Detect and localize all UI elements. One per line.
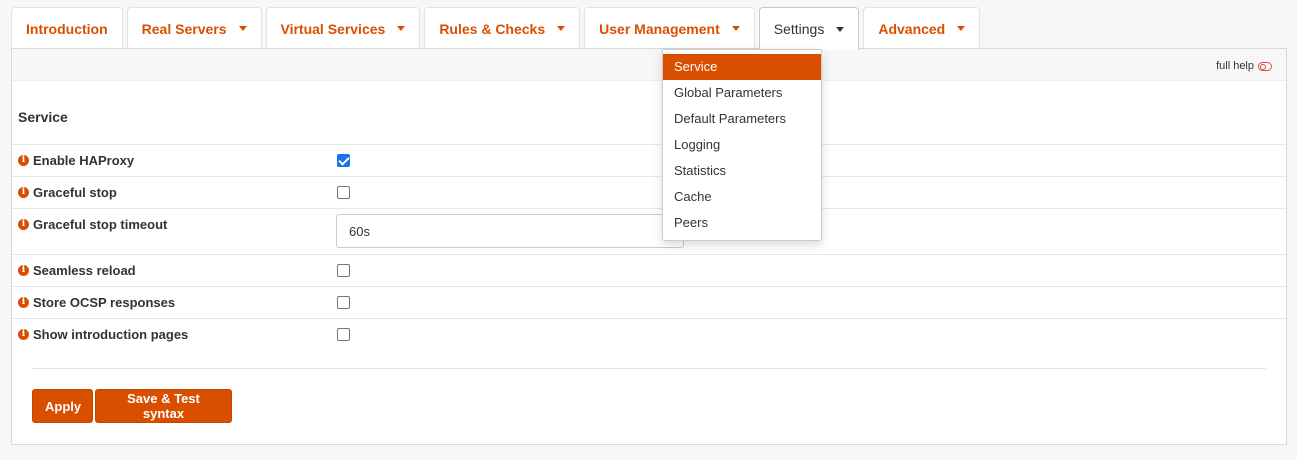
tab-introduction[interactable]: Introduction (11, 7, 123, 49)
caret-down-icon (557, 26, 566, 31)
toggle-off-icon (1258, 61, 1272, 71)
menu-item-logging[interactable]: Logging (663, 132, 821, 158)
seamless-reload-checkbox[interactable] (337, 264, 350, 277)
form-row-seamless-reload: i Seamless reload (12, 254, 1286, 286)
apply-button[interactable]: Apply (32, 389, 93, 423)
tab-label: Virtual Services (280, 20, 386, 37)
settings-form: i Enable HAProxy i Graceful stop i Grace… (12, 144, 1286, 350)
field-label-wrap: i Graceful stop timeout (18, 217, 167, 232)
field-label: Graceful stop timeout (33, 217, 168, 232)
graceful-stop-checkbox[interactable] (337, 186, 350, 199)
field-label: Show introduction pages (33, 327, 189, 342)
tab-label: Introduction (26, 20, 108, 37)
full-help-toggle[interactable]: full help (1216, 60, 1272, 72)
field-label-wrap: i Seamless reload (18, 263, 136, 278)
field-label: Graceful stop (33, 185, 117, 200)
show-intro-pages-checkbox[interactable] (337, 328, 350, 341)
form-row-store-ocsp: i Store OCSP responses (12, 286, 1286, 318)
field-label-wrap: i Store OCSP responses (18, 295, 175, 310)
settings-dropdown-menu: Service Global Parameters Default Parame… (662, 49, 822, 241)
form-row-enable-haproxy: i Enable HAProxy (12, 144, 1286, 176)
info-icon[interactable]: i (18, 265, 29, 276)
form-row-graceful-stop: i Graceful stop (12, 176, 1286, 208)
tab-settings[interactable]: Settings (758, 7, 860, 50)
graceful-stop-timeout-input[interactable] (336, 214, 684, 248)
caret-down-icon (238, 26, 247, 31)
tab-virtual-services[interactable]: Virtual Services (265, 7, 421, 49)
menu-item-default-parameters[interactable]: Default Parameters (663, 106, 821, 132)
tab-label: Real Servers (141, 20, 227, 37)
field-label-wrap: i Enable HAProxy (18, 153, 134, 168)
tab-label: User Management (599, 20, 720, 37)
caret-down-icon (836, 26, 845, 32)
menu-item-statistics[interactable]: Statistics (663, 158, 821, 184)
field-label: Store OCSP responses (33, 295, 176, 310)
form-row-show-intro-pages: i Show introduction pages (12, 318, 1286, 350)
tab-rules-checks[interactable]: Rules & Checks (424, 7, 581, 49)
field-label-wrap: i Show introduction pages (18, 327, 188, 342)
tab-bar: Introduction Real Servers Virtual Servic… (11, 7, 984, 50)
info-icon[interactable]: i (18, 155, 29, 166)
tab-user-management[interactable]: User Management (584, 7, 755, 49)
tab-label: Rules & Checks (439, 20, 546, 37)
enable-haproxy-checkbox[interactable] (337, 154, 350, 167)
caret-down-icon (957, 26, 966, 31)
panel-toolbar: full help (12, 49, 1286, 81)
info-icon[interactable]: i (18, 187, 29, 198)
tab-label: Advanced (878, 20, 946, 37)
menu-item-cache[interactable]: Cache (663, 184, 821, 210)
menu-item-service[interactable]: Service (663, 54, 821, 80)
tab-real-servers[interactable]: Real Servers (126, 7, 262, 49)
info-icon[interactable]: i (18, 219, 29, 230)
full-help-label: full help (1216, 60, 1254, 72)
caret-down-icon (731, 26, 740, 31)
menu-item-global-parameters[interactable]: Global Parameters (663, 80, 821, 106)
field-label: Enable HAProxy (33, 153, 135, 168)
caret-down-icon (397, 26, 406, 31)
info-icon[interactable]: i (18, 297, 29, 308)
info-icon[interactable]: i (18, 329, 29, 340)
tab-advanced[interactable]: Advanced (863, 7, 981, 49)
divider (32, 368, 1266, 369)
tab-label: Settings (773, 21, 825, 37)
field-label-wrap: i Graceful stop (18, 185, 117, 200)
form-row-graceful-stop-timeout: i Graceful stop timeout (12, 208, 1286, 254)
store-ocsp-checkbox[interactable] (337, 296, 350, 309)
settings-panel: full help Service i Enable HAProxy i Gra… (11, 48, 1287, 445)
save-test-syntax-button[interactable]: Save & Test syntax (95, 389, 232, 423)
field-label: Seamless reload (33, 263, 136, 278)
menu-item-peers[interactable]: Peers (663, 210, 821, 236)
section-title: Service (18, 109, 68, 125)
